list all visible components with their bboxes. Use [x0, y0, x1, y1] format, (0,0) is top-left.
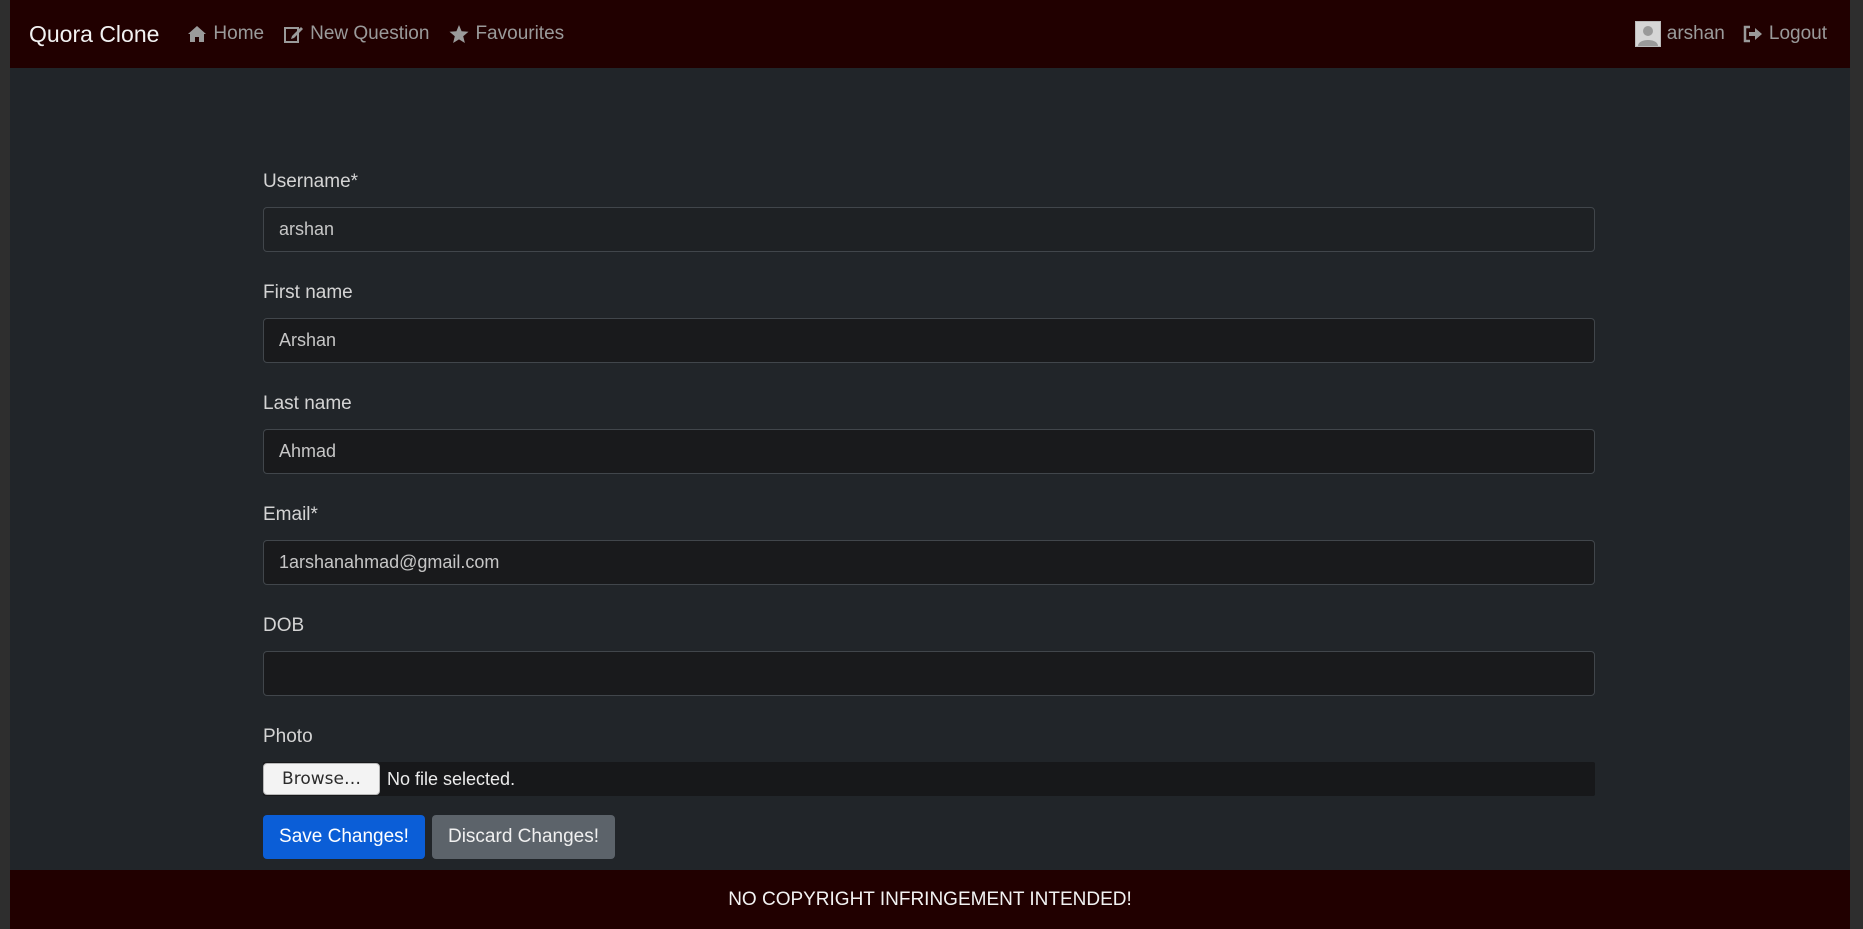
edit-icon [284, 27, 304, 43]
logout-label: Logout [1768, 23, 1827, 44]
nav-user-link[interactable]: arshan [1667, 23, 1725, 45]
sign-out-icon [1743, 25, 1762, 43]
nav-right: arshan Logout [1634, 21, 1827, 47]
window-right-edge [1850, 0, 1863, 929]
nav-new-question-label: New Question [310, 23, 430, 44]
form-buttons: Save Changes! Discard Changes! [263, 815, 1595, 859]
avatar-icon [1634, 21, 1661, 47]
nav-home-label: Home [213, 23, 265, 44]
email-group: Email* [263, 503, 1595, 585]
browse-button[interactable]: Browse… [263, 763, 380, 795]
footer: NO COPYRIGHT INFRINGEMENT INTENDED! [10, 870, 1850, 929]
save-changes-button[interactable]: Save Changes! [263, 815, 425, 859]
dob-input[interactable] [263, 651, 1595, 696]
discard-changes-button[interactable]: Discard Changes! [432, 815, 615, 859]
last-name-input[interactable] [263, 429, 1595, 474]
star-icon [449, 24, 469, 43]
file-status-text: No file selected. [387, 768, 516, 789]
window-left-edge [0, 0, 10, 929]
nav-favourites-label: Favourites [475, 23, 565, 44]
logout-link[interactable]: Logout [1743, 23, 1827, 45]
email-label: Email* [263, 504, 318, 525]
photo-file-input[interactable]: Browse… No file selected. [263, 762, 1595, 796]
first-name-group: First name [263, 281, 1595, 363]
dob-label: DOB [263, 615, 305, 636]
home-icon [188, 26, 207, 42]
navbar: Quora Clone Home New Question Favourites [10, 0, 1850, 68]
brand-link[interactable]: Quora Clone [29, 21, 159, 48]
first-name-input[interactable] [263, 318, 1595, 363]
email-input[interactable] [263, 540, 1595, 585]
nav-new-question-link[interactable]: New Question [284, 23, 429, 45]
dob-group: DOB [263, 614, 1595, 696]
footer-text: NO COPYRIGHT INFRINGEMENT INTENDED! [728, 888, 1132, 910]
username-input[interactable] [263, 207, 1595, 252]
profile-form: Username* First name Last name Email* DO… [263, 170, 1595, 859]
photo-group: Photo Browse… No file selected. [263, 725, 1595, 796]
last-name-label: Last name [263, 393, 352, 414]
last-name-group: Last name [263, 392, 1595, 474]
first-name-label: First name [263, 282, 353, 303]
page: Quora Clone Home New Question Favourites [10, 0, 1850, 929]
nav-favourites-link[interactable]: Favourites [449, 23, 564, 45]
username-group: Username* [263, 170, 1595, 252]
nav-home-link[interactable]: Home [187, 23, 264, 45]
username-label: Username* [263, 171, 359, 192]
photo-label: Photo [263, 726, 313, 747]
